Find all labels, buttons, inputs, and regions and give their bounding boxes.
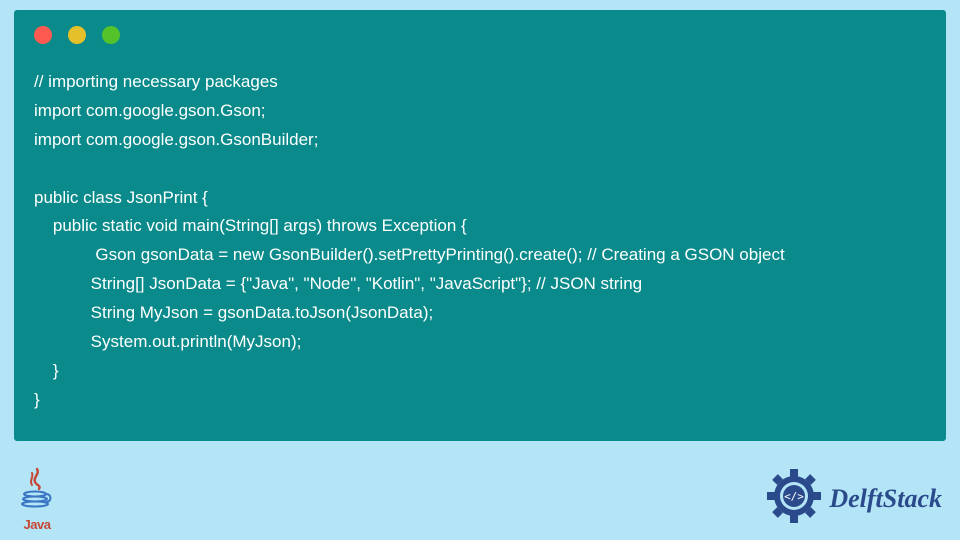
svg-text:</>: </> bbox=[784, 490, 804, 503]
brand-name: DelftStack bbox=[829, 484, 942, 514]
window-minimize-icon bbox=[68, 26, 86, 44]
window-close-icon bbox=[34, 26, 52, 44]
brand-gear-icon: </> bbox=[763, 465, 825, 532]
window-zoom-icon bbox=[102, 26, 120, 44]
brand-logo: </> DelftStack bbox=[763, 465, 942, 532]
code-window: // importing necessary packages import c… bbox=[14, 10, 946, 441]
java-label: Java bbox=[24, 517, 51, 532]
java-logo: Java bbox=[18, 467, 56, 532]
footer: Java bbox=[14, 441, 946, 532]
traffic-lights bbox=[34, 26, 926, 44]
java-cup-icon bbox=[18, 467, 56, 517]
code-block: // importing necessary packages import c… bbox=[34, 68, 926, 415]
